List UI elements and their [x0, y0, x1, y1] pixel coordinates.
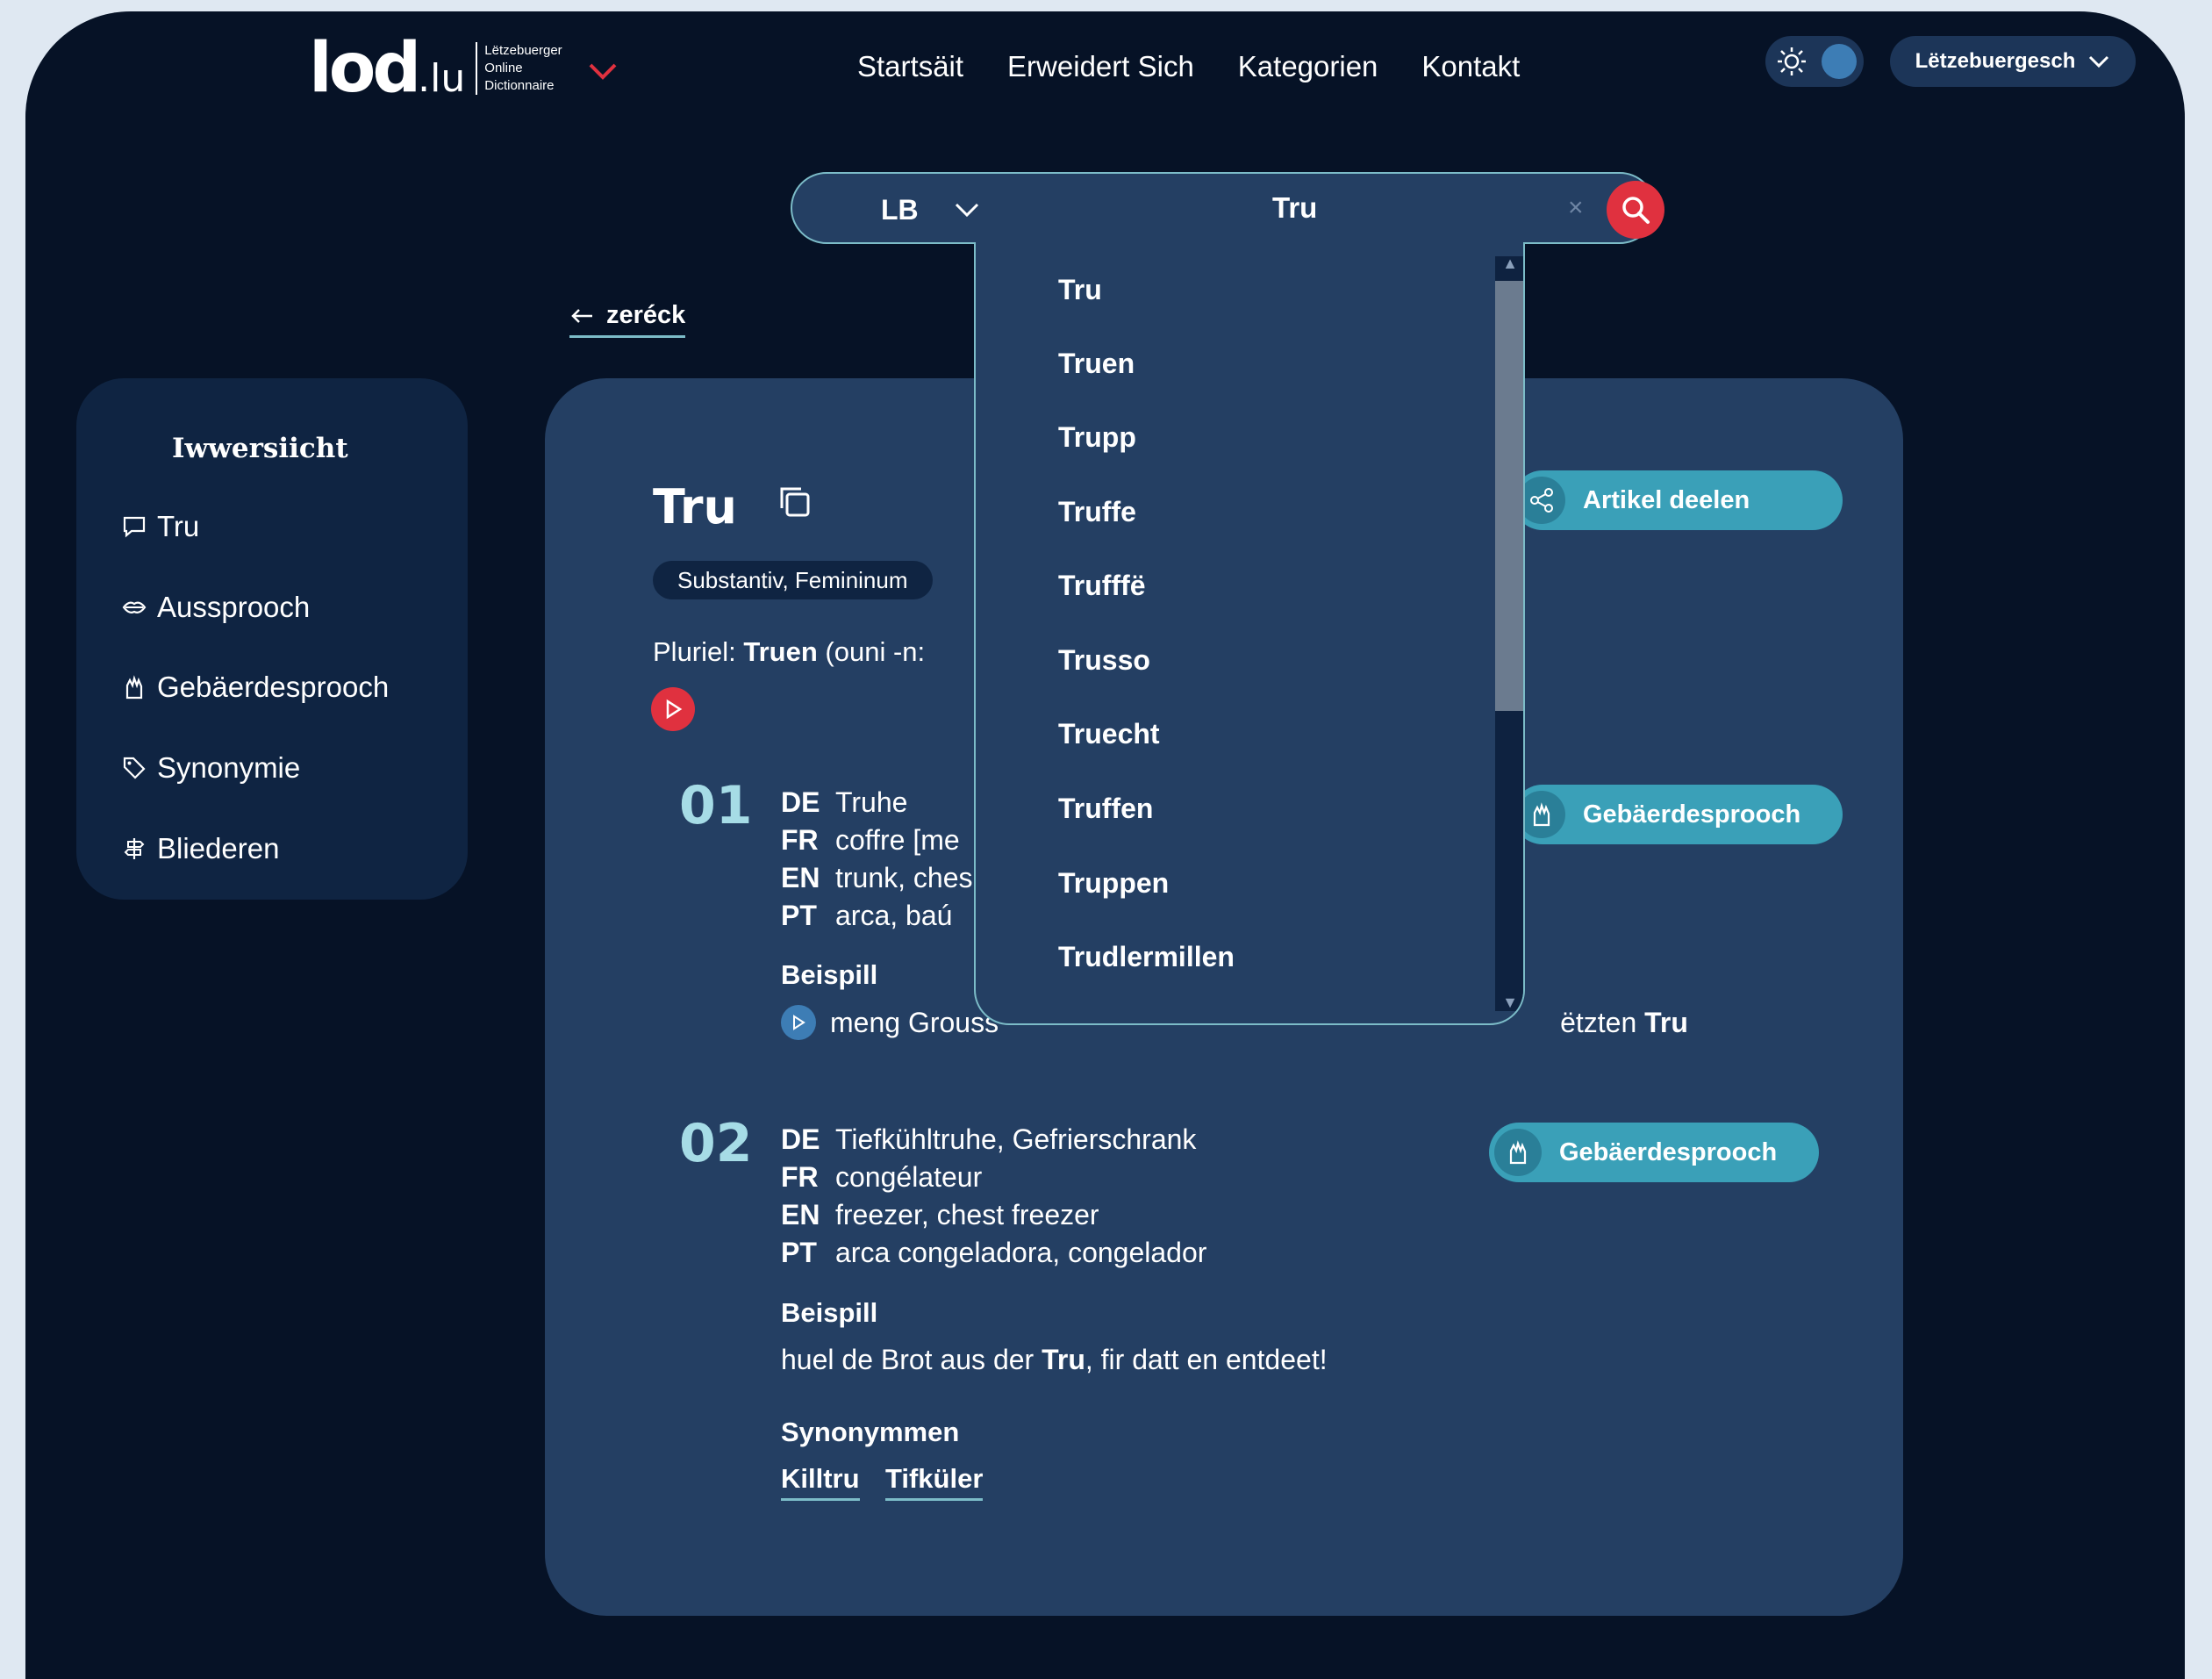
sign-language-label: Gebäerdesprooch — [1583, 800, 1801, 829]
nav-startsait[interactable]: Startsäit — [857, 50, 963, 83]
translation-row: DE Truhe — [781, 786, 908, 818]
nav-erweidert-sich[interactable]: Erweidert Sich — [1007, 50, 1194, 83]
synonyms-label: Synonymmen — [781, 1417, 960, 1447]
suggestion-item[interactable]: Truen — [1058, 348, 1135, 380]
sidebar-item-label: Tru — [157, 510, 200, 542]
chevron-down-icon[interactable] — [587, 61, 619, 82]
suggestion-item[interactable]: Trufffë — [1058, 570, 1146, 602]
hand-sign-icon — [1518, 791, 1565, 838]
translation-row: EN freezer, chest freezer — [781, 1199, 1099, 1231]
sidebar-item-gebaerdesprooch[interactable]: Gebäerdesprooch — [122, 671, 389, 704]
share-article-button[interactable]: Artikel deelen — [1513, 470, 1843, 530]
play-audio-button[interactable] — [651, 687, 695, 731]
main-nav: Startsäit Erweidert Sich Kategorien Kont… — [857, 50, 1520, 83]
translations: DE Truhe FR coffre [me EN trunk, ches PT arc… — [781, 784, 973, 935]
search-button[interactable] — [1607, 181, 1664, 239]
translation-row: EN trunk, ches — [781, 862, 973, 893]
sidebar-item-label: Aussprooch — [157, 591, 311, 623]
language-select[interactable]: Lëtzebuergesch — [1890, 36, 2136, 87]
suggestion-item[interactable]: Trudlermillen — [1058, 941, 1235, 973]
play-icon — [666, 699, 683, 720]
copy-icon[interactable] — [777, 484, 812, 519]
logo-mark: lod.lu — [309, 29, 466, 108]
sidebar-title: Iwwersiicht — [172, 433, 348, 464]
suggestion-item[interactable]: Trupp — [1058, 421, 1136, 454]
suggestion-item[interactable]: Truffen — [1058, 793, 1153, 825]
play-audio-button[interactable] — [781, 1005, 816, 1040]
translations: DE Tiefkühltruhe, Gefrierschrank FR congél… — [781, 1121, 1206, 1272]
part-of-speech-badge: Substantiv, Femininum — [653, 561, 933, 599]
lips-icon — [122, 601, 147, 613]
plural-info: Pluriel: Truen (ouni -n: — [653, 636, 926, 667]
logo-subtitle: Lëtzebuerger Online Dictionnaire — [476, 42, 562, 95]
search-language[interactable]: LB — [881, 194, 919, 226]
back-label: zeréck — [606, 301, 686, 329]
suggestion-item[interactable]: Truppen — [1058, 867, 1169, 900]
search-suggestions-dropdown: Tru Truen Trupp Truffe Trufffë Trusso Tr… — [974, 242, 1525, 1025]
back-link[interactable]: zeréck — [569, 301, 686, 338]
scroll-down-icon[interactable]: ▼ — [1502, 994, 1518, 1012]
synonym-link[interactable]: Killtru — [781, 1463, 860, 1501]
search-icon — [1622, 197, 1650, 224]
speech-bubble-icon — [123, 516, 146, 538]
search-input[interactable]: Tru — [1272, 191, 1317, 225]
search-bar[interactable] — [791, 172, 1656, 244]
chevron-down-icon — [2089, 55, 2109, 68]
share-label: Artikel deelen — [1583, 485, 1750, 514]
chevron-down-icon[interactable] — [954, 201, 980, 219]
translation-row: PT arca congeladora, congelador — [781, 1237, 1207, 1268]
suggestion-item[interactable]: Truecht — [1058, 718, 1160, 750]
suggestion-item[interactable]: Trusso — [1058, 644, 1150, 677]
signpost-icon — [124, 838, 145, 859]
clear-icon[interactable]: × — [1568, 193, 1584, 223]
tag-icon — [123, 757, 146, 779]
example-label: Beispill — [781, 1297, 878, 1328]
nav-kontakt[interactable]: Kontakt — [1421, 50, 1520, 83]
translation-row: DE Tiefkühltruhe, Gefrierschrank — [781, 1123, 1197, 1155]
arrow-left-icon — [571, 308, 592, 323]
sidebar-item-synonymie[interactable]: Synonymie — [122, 751, 300, 785]
sidebar-item-label: Synonymie — [157, 751, 301, 784]
sun-icon — [1778, 47, 1806, 75]
logo[interactable]: lod.lu Lëtzebuerger Online Dictionnaire — [309, 29, 562, 108]
theme-toggle[interactable] — [1765, 36, 1864, 87]
sidebar-item-bliederen[interactable]: Bliederen — [122, 832, 279, 865]
hand-sign-icon — [1494, 1129, 1542, 1176]
example-label: Beispill — [781, 959, 878, 990]
sense-number: 02 — [679, 1113, 753, 1174]
scrollbar-thumb[interactable] — [1495, 281, 1523, 711]
translation-row: PT arca, baú — [781, 900, 953, 931]
app-window: lod.lu Lëtzebuerger Online Dictionnaire St… — [25, 11, 2185, 1679]
translation-row: FR coffre [me — [781, 824, 960, 856]
sign-language-button[interactable]: Gebäerdesprooch — [1489, 1123, 1819, 1182]
scroll-up-icon[interactable]: ▲ — [1502, 255, 1518, 273]
sign-language-label: Gebäerdesprooch — [1559, 1137, 1778, 1166]
sidebar-item-label: Bliederen — [157, 832, 280, 865]
suggestion-item[interactable]: Truffe — [1058, 496, 1136, 528]
translation-row: FR congélateur — [781, 1161, 983, 1193]
toggle-knob — [1822, 44, 1857, 79]
nav-kategorien[interactable]: Kategorien — [1238, 50, 1378, 83]
sidebar-item-label: Gebäerdesprooch — [157, 671, 390, 703]
share-icon — [1518, 477, 1565, 524]
synonym-link[interactable]: Tifküler — [885, 1463, 984, 1501]
sense-number: 01 — [679, 775, 753, 836]
suggestion-item[interactable]: Tru — [1058, 274, 1102, 306]
sidebar-item-tru[interactable]: Tru — [122, 510, 199, 543]
play-icon — [793, 1015, 805, 1030]
hand-sign-icon — [125, 675, 143, 700]
sign-language-button[interactable]: Gebäerdesprooch — [1513, 785, 1843, 844]
language-select-label: Lëtzebuergesch — [1915, 49, 2076, 73]
sidebar-item-aussprooch[interactable]: Aussprooch — [122, 591, 310, 624]
example-sentence: huel de Brot aus der Tru, fir datt en en… — [781, 1344, 1328, 1375]
headword: Tru — [653, 479, 737, 535]
